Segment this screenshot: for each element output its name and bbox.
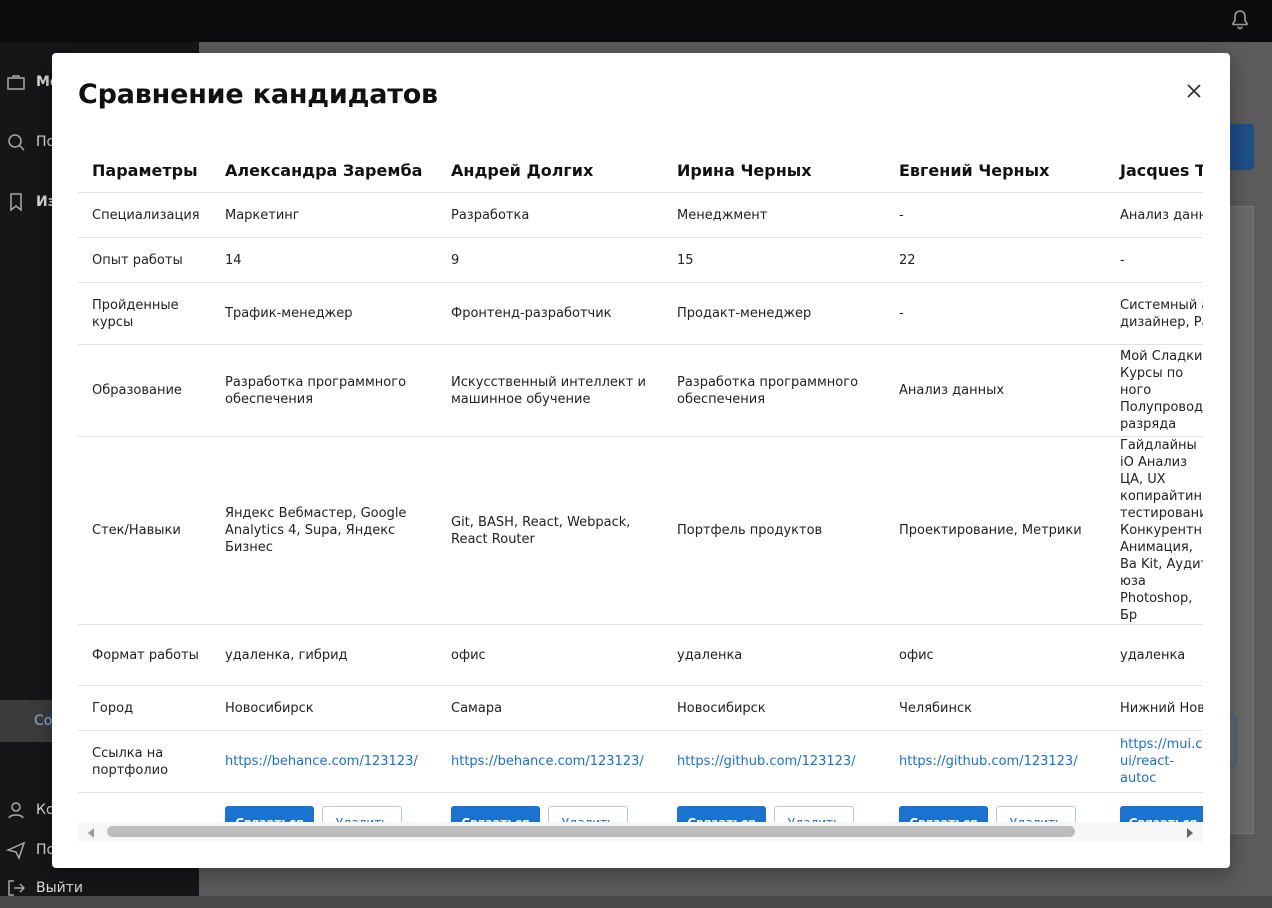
table-cell: Искусственный интеллект и машинное обуче… xyxy=(437,344,663,437)
table-row: Пройденные курсы Трафик-менеджер Фронтен… xyxy=(78,282,1203,345)
table-cell: Менеджмент xyxy=(663,192,885,238)
portfolio-link[interactable]: https://github.com/123123/ xyxy=(677,754,856,769)
table-cell: Новосибирск xyxy=(663,685,885,731)
compare-candidates-modal: Сравнение кандидатов Параметры Александр… xyxy=(52,53,1230,868)
table-cell: https://behance.com/123123/ xyxy=(211,730,437,793)
table-cell: https://behance.com/123123/ xyxy=(437,730,663,793)
table-row: Город Новосибирск Самара Новосибирск Чел… xyxy=(78,685,1203,731)
comparison-table-scroll[interactable]: Параметры Александра Заремба Андрей Долг… xyxy=(78,148,1203,848)
table-cell: Нижний Новг xyxy=(1106,685,1203,731)
table-cell: https://github.com/123123/ xyxy=(885,730,1106,793)
portfolio-link[interactable]: https://behance.com/123123/ xyxy=(225,754,418,769)
horizontal-scrollbar[interactable] xyxy=(78,822,1203,842)
portfolio-link[interactable]: https://behance.com/123123/ xyxy=(451,754,644,769)
table-cell: https://mui.co ui/react-autoc xyxy=(1106,730,1203,793)
user-icon xyxy=(8,802,24,819)
sidebar-item-label: Со xyxy=(34,713,53,729)
table-cell: Трафик-менеджер xyxy=(211,282,437,345)
send-icon xyxy=(6,841,26,860)
table-row: Опыт работы 14 9 15 22 - xyxy=(78,237,1203,283)
table-cell: - xyxy=(885,192,1106,238)
cell-text: Мой Сладкий Курсы по ного Полупроводн ра… xyxy=(1120,349,1203,432)
table-cell: Фронтенд-разработчик xyxy=(437,282,663,345)
column-header-candidate: Александра Заремба xyxy=(211,148,437,193)
row-label: Пройденные курсы xyxy=(78,282,211,345)
table-row: Стек/Навыки Яндекс Вебмастер, Google Ana… xyxy=(78,436,1203,625)
table-row: Формат работы удаленка, гибрид офис удал… xyxy=(78,624,1203,686)
table-cell: Самара xyxy=(437,685,663,731)
column-header-candidate: Ирина Черных xyxy=(663,148,885,193)
column-header-candidate: Андрей Долгих xyxy=(437,148,663,193)
logout-item[interactable]: Выйти xyxy=(0,868,199,908)
table-cell: Проектирование, Метрики xyxy=(885,436,1106,625)
modal-title: Сравнение кандидатов xyxy=(78,79,438,110)
table-cell: Продакт-менеджер xyxy=(663,282,885,345)
column-header-candidate: Евгений Черных xyxy=(885,148,1106,193)
table-cell: - xyxy=(1106,237,1203,283)
column-header-candidate: Jacques Te xyxy=(1106,148,1203,193)
row-label: Город xyxy=(78,685,211,731)
table-cell: Анализ данны xyxy=(1106,192,1203,238)
table-cell: удаленка xyxy=(663,624,885,686)
table-cell: 22 xyxy=(885,237,1106,283)
row-label: Образование xyxy=(78,344,211,437)
table-cell: Портфель продуктов xyxy=(663,436,885,625)
table-cell: Анализ данных xyxy=(885,344,1106,437)
table-cell: Разработка xyxy=(437,192,663,238)
row-label: Опыт работы xyxy=(78,237,211,283)
table-cell: Новосибирск xyxy=(211,685,437,731)
table-row: Специализация Маркетинг Разработка Менед… xyxy=(78,192,1203,238)
table-header-row: Параметры Александра Заремба Андрей Долг… xyxy=(78,148,1203,193)
top-bar xyxy=(0,0,1272,42)
comparison-table: Параметры Александра Заремба Андрей Долг… xyxy=(78,148,1203,848)
row-label: Специализация xyxy=(78,192,211,238)
table-cell: Разработка программного обеспечения xyxy=(663,344,885,437)
scroll-left-arrow-icon[interactable] xyxy=(88,828,94,838)
bell-icon[interactable] xyxy=(1228,8,1252,32)
search-icon xyxy=(8,134,25,151)
table-cell: 15 xyxy=(663,237,885,283)
table-cell: Системный ан дизайнер, Раз xyxy=(1106,282,1203,345)
table-cell: офис xyxy=(437,624,663,686)
briefcase-icon xyxy=(7,75,25,90)
table-cell: удаленка xyxy=(1106,624,1203,686)
table-cell: Git, BASH, React, Webpack, React Router xyxy=(437,436,663,625)
table-cell: https://github.com/123123/ xyxy=(663,730,885,793)
table-cell: Челябинск xyxy=(885,685,1106,731)
table-cell: удаленка, гибрид xyxy=(211,624,437,686)
close-icon[interactable] xyxy=(1184,81,1204,101)
table-cell: Разработка программного обеспечения xyxy=(211,344,437,437)
table-row: Ссылка на портфолио https://behance.com/… xyxy=(78,730,1203,793)
table-row: Образование Разработка программного обес… xyxy=(78,344,1203,437)
table-cell: - xyxy=(885,282,1106,345)
cell-text: Системный ан дизайнер, Раз xyxy=(1120,297,1203,330)
table-cell: Мой Сладкий Курсы по ного Полупроводн ра… xyxy=(1106,344,1203,437)
portfolio-link[interactable]: https://mui.co ui/react-autoc xyxy=(1120,736,1203,787)
cell-text: Гайдлайны iO Анализ ЦА, UX копирайтинг, … xyxy=(1120,438,1203,623)
column-header-params: Параметры xyxy=(78,148,211,193)
table-cell: Гайдлайны iO Анализ ЦА, UX копирайтинг, … xyxy=(1106,436,1203,625)
scrollbar-thumb[interactable] xyxy=(107,826,1075,837)
scroll-right-arrow-icon[interactable] xyxy=(1187,828,1193,838)
logout-icon xyxy=(8,880,26,896)
table-cell: офис xyxy=(885,624,1106,686)
row-label: Стек/Навыки xyxy=(78,436,211,625)
row-label: Ссылка на портфолио xyxy=(78,730,211,793)
table-cell: 9 xyxy=(437,237,663,283)
row-label: Формат работы xyxy=(78,624,211,686)
portfolio-link[interactable]: https://github.com/123123/ xyxy=(899,754,1078,769)
table-cell: Яндекс Вебмастер, Google Analytics 4, Su… xyxy=(211,436,437,625)
table-cell: Маркетинг xyxy=(211,192,437,238)
bookmark-icon xyxy=(10,193,22,212)
sidebar-item-label: Выйти xyxy=(36,880,84,896)
table-cell: 14 xyxy=(211,237,437,283)
